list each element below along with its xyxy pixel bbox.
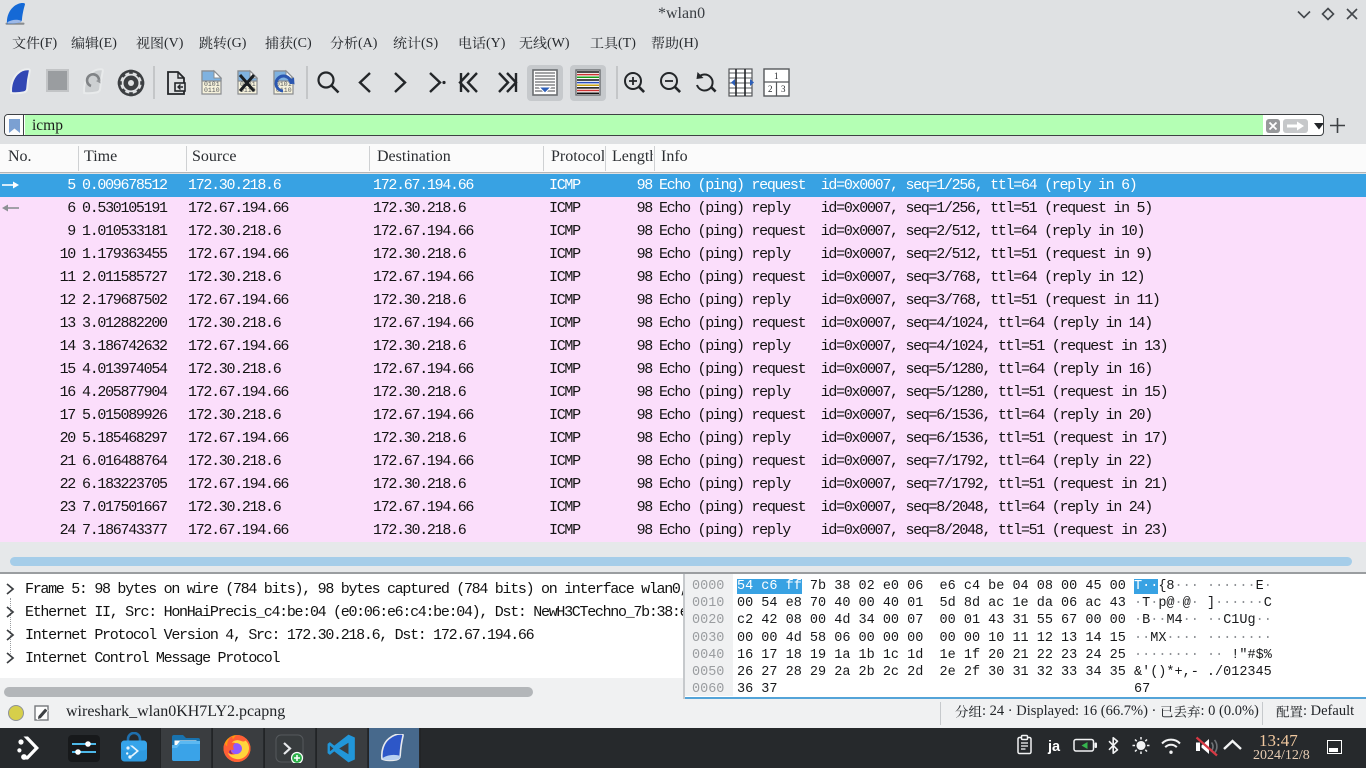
svg-text:2: 2 (768, 84, 773, 94)
svg-text:ja: ja (1047, 739, 1061, 755)
svg-text:3: 3 (781, 84, 786, 94)
svg-text:1: 1 (774, 71, 779, 81)
svg-text:0110: 0110 (204, 87, 220, 94)
